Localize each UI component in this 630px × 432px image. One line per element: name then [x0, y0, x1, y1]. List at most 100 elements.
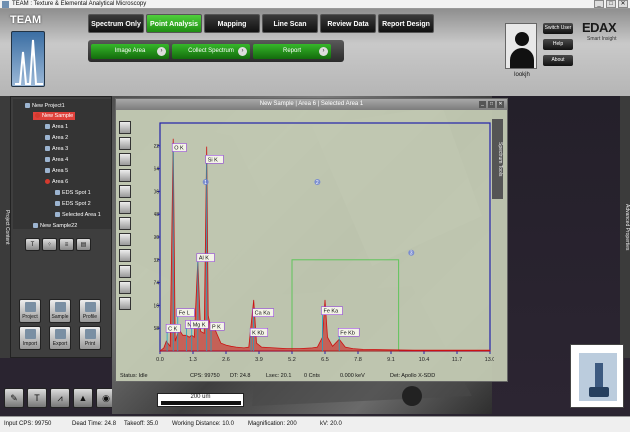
scale-bar: 200 um: [157, 393, 244, 407]
subtab-report[interactable]: Report ›: [253, 43, 331, 59]
tool-zoom-icon[interactable]: [119, 137, 131, 150]
team-logo: TEAM: [4, 12, 50, 92]
tab-line-scan[interactable]: Line Scan: [262, 14, 318, 33]
input-cps: Input CPS: 99750: [4, 421, 52, 427]
y-tick-label: 290: [154, 235, 159, 241]
tree-node-area-2[interactable]: Area 2: [45, 134, 68, 142]
scale-bar-line: [160, 401, 241, 405]
tool-palette-icon[interactable]: [119, 249, 131, 262]
kv: kV: 20.0: [320, 421, 342, 427]
list-tool-button[interactable]: ≡: [59, 238, 74, 251]
dead-time: Dead Time: 24.8: [72, 421, 117, 427]
status-detector: Det: Apollo X-SDD: [390, 373, 436, 379]
tree-node-area-4[interactable]: Area 4: [45, 156, 68, 164]
area-icon: [45, 124, 50, 130]
tool-close-icon[interactable]: [119, 121, 131, 134]
peak-label: C K: [168, 326, 178, 332]
logo-text: TEAM: [10, 14, 42, 26]
project-button[interactable]: Project: [19, 299, 41, 323]
delete-tool-button[interactable]: ▤: [76, 238, 91, 251]
minimize-button[interactable]: _: [594, 0, 604, 8]
tool-compare-icon[interactable]: [119, 169, 131, 182]
tree-node-area-6[interactable]: Area 6: [45, 178, 68, 186]
minimize-icon[interactable]: _: [479, 101, 486, 108]
tab-mapping[interactable]: Mapping: [204, 14, 260, 33]
export-button[interactable]: Export: [49, 326, 71, 350]
x-tick-label: 1.3: [189, 357, 197, 363]
tool-print-icon[interactable]: [119, 297, 131, 310]
import-icon: [25, 329, 36, 339]
tree-node-area-1[interactable]: Area 1: [45, 123, 68, 131]
y-tick-label: 232: [154, 258, 159, 264]
subtab-image-area[interactable]: Image Area ›: [91, 43, 169, 59]
tool-export-icon[interactable]: [119, 281, 131, 294]
maximize-button[interactable]: □: [606, 0, 616, 8]
x-tick-label: 3.9: [255, 357, 263, 363]
spectrum-chart[interactable]: 58 116 174 232 290 348 406 464 522 0.0 1.3 2.6 3.9 5.…: [154, 121, 494, 369]
tree-node-sample[interactable]: New Sample: [33, 112, 76, 120]
tab-review-data[interactable]: Review Data: [320, 14, 376, 33]
stage-navigator[interactable]: [570, 344, 624, 408]
print-button[interactable]: Print: [79, 326, 101, 350]
close-button[interactable]: ✕: [618, 0, 628, 8]
tree-node-eds-spot-2[interactable]: EDS Spot 2: [55, 200, 91, 208]
y-tick-label: 116: [154, 303, 159, 309]
peak-label: Al K: [199, 256, 209, 262]
area-icon: [45, 168, 50, 174]
edax-tagline: Smart Insight: [587, 36, 617, 42]
tool-quant-icon[interactable]: [119, 201, 131, 214]
app-header: TEAM Spectrum Only Point Analysis Mappin…: [0, 9, 630, 96]
spectrum-window-controls: _ □ ✕: [479, 101, 504, 108]
project-icon: [25, 302, 36, 312]
restore-icon[interactable]: □: [488, 101, 495, 108]
selection-icon: [55, 212, 60, 218]
main-tabs: Spectrum Only Point Analysis Mapping Lin…: [88, 14, 434, 33]
switch-user-button[interactable]: Switch User: [543, 23, 573, 34]
area-icon: [45, 146, 50, 152]
peak-view-button[interactable]: ▲: [73, 388, 93, 408]
tree-node-eds-spot-1[interactable]: EDS Spot 1: [55, 189, 91, 197]
subtab-collect-spectrum[interactable]: Collect Spectrum ›: [172, 43, 250, 59]
tab-report-design[interactable]: Report Design: [378, 14, 434, 33]
close-icon[interactable]: ✕: [497, 101, 504, 108]
tool-peak-id-icon[interactable]: [119, 153, 131, 166]
spectrum-view-button[interactable]: ⩘: [50, 388, 70, 408]
tab-spectrum-only[interactable]: Spectrum Only: [88, 14, 144, 33]
bottom-statusbar: Input CPS: 99750 Dead Time: 24.8 Takeoff…: [0, 416, 630, 432]
project-panel: New Project1 New Sample Area 1 Area 2 Ar…: [10, 96, 112, 358]
sample-button[interactable]: Sample: [49, 299, 71, 323]
tree-node-selected-area-1[interactable]: Selected Area 1: [55, 211, 101, 219]
advanced-properties-tab[interactable]: Advanced Properties: [620, 96, 630, 358]
tree-node-area-5[interactable]: Area 5: [45, 167, 68, 175]
tool-edit-icon[interactable]: [119, 265, 131, 278]
takeoff: Takeoff: 35.0: [124, 421, 159, 427]
dots-tool-button[interactable]: ⁘: [42, 238, 57, 251]
text-tool-button[interactable]: T: [25, 238, 40, 251]
about-button[interactable]: About: [543, 55, 573, 66]
analysis-point-label: 2: [316, 180, 319, 186]
tree-node-sample-22[interactable]: New Sample22: [33, 222, 77, 230]
tool-overlay-icon[interactable]: [119, 185, 131, 198]
sample-icon: [55, 302, 66, 312]
tab-point-analysis[interactable]: Point Analysis: [146, 14, 202, 33]
tree-node-project[interactable]: New Project1: [25, 102, 65, 110]
selection-box: [291, 259, 400, 352]
go-arrow-icon: ›: [319, 46, 328, 56]
x-tick-label: 5.2: [288, 357, 296, 363]
tool-chart-icon[interactable]: [119, 233, 131, 246]
import-button[interactable]: Import: [19, 326, 41, 350]
profile-button[interactable]: Profile: [79, 299, 101, 323]
help-button[interactable]: Help: [543, 39, 573, 50]
export-icon: [55, 329, 66, 339]
logo-graphic: [11, 31, 45, 87]
text-annotation-button[interactable]: T: [27, 388, 47, 408]
tree-node-area-3[interactable]: Area 3: [45, 145, 68, 153]
stage-view: [579, 353, 617, 401]
tool-table-icon[interactable]: [119, 217, 131, 230]
scale-label: 200 um: [190, 394, 211, 400]
spectrum-window-title: New Sample | Area 6 | Selected Area 1: [116, 99, 507, 110]
spot-icon: [55, 201, 60, 207]
y-tick-label: 174: [154, 281, 159, 287]
project-content-tab[interactable]: Project Content: [0, 96, 10, 358]
pen-tool-button[interactable]: ✎: [4, 388, 24, 408]
